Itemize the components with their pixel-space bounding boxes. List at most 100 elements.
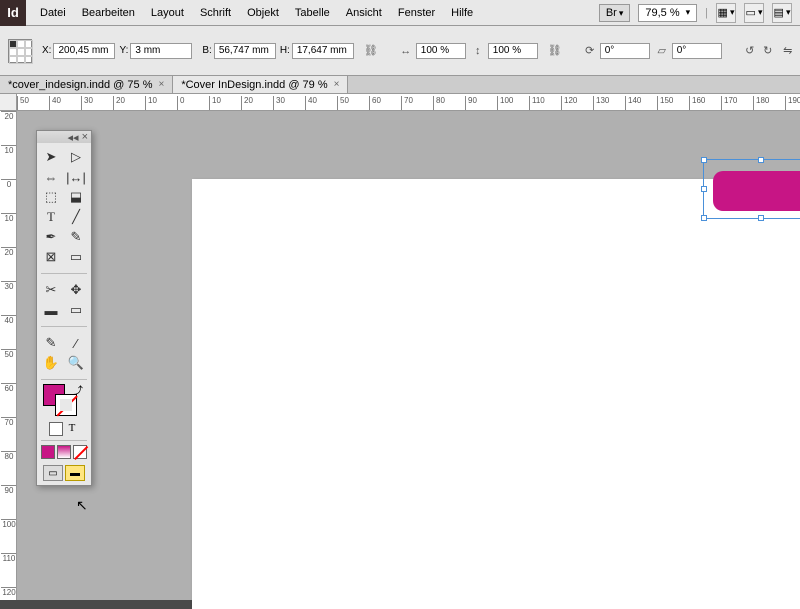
reference-point[interactable]: [8, 39, 32, 63]
ruler-tick: 10: [145, 96, 157, 111]
menu-layout[interactable]: Layout: [145, 3, 190, 23]
ruler-tick: 140: [625, 96, 641, 111]
ruler-tick: 180: [753, 96, 769, 111]
flip-h-icon[interactable]: ⇋: [780, 43, 796, 59]
ruler-tick: 130: [593, 96, 609, 111]
shear-field[interactable]: [672, 43, 722, 59]
divider: [41, 326, 87, 327]
ruler-tick: 100: [497, 96, 513, 111]
scale-x-field[interactable]: [416, 43, 466, 59]
zoom-tool[interactable]: 🔍: [64, 353, 88, 373]
ruler-tick: 40: [49, 96, 61, 111]
note-tool[interactable]: ✎: [39, 333, 63, 353]
ruler-tick: 50: [337, 96, 349, 111]
close-icon[interactable]: ×: [334, 79, 340, 90]
page-tool[interactable]: ⇔: [39, 167, 63, 187]
scissors-tool[interactable]: ✂: [39, 280, 63, 300]
arrange-icon[interactable]: ▤: [772, 3, 792, 23]
handle-nw[interactable]: [701, 157, 707, 163]
document-tabs: *cover_indesign.indd @ 75 % × *Cover InDe…: [0, 76, 800, 94]
link-scale-icon[interactable]: ⛓: [548, 43, 562, 59]
tab-cover-indesign-1[interactable]: *cover_indesign.indd @ 75 % ×: [0, 76, 173, 93]
eyedropper-tool[interactable]: ⁄: [64, 333, 88, 353]
apply-gradient-icon[interactable]: [57, 445, 71, 459]
close-icon[interactable]: ×: [158, 79, 164, 90]
page[interactable]: [192, 179, 800, 609]
h-label: H:: [280, 45, 290, 56]
ruler-tick: 80: [1, 451, 17, 461]
ruler-vertical[interactable]: 20100102030405060708090100110120: [0, 111, 17, 600]
direct-selection-tool[interactable]: ▷: [64, 147, 88, 167]
menu-tabelle[interactable]: Tabelle: [289, 3, 336, 23]
tab-cover-indesign-2[interactable]: *Cover InDesign.indd @ 79 %×: [173, 76, 348, 93]
rotate-cw-icon[interactable]: ↻: [760, 43, 776, 59]
height-field[interactable]: [292, 43, 354, 59]
zoom-level[interactable]: 79,5 %: [638, 4, 697, 22]
formatting-text-icon[interactable]: T: [65, 422, 79, 436]
ruler-tick: 190: [785, 96, 800, 111]
apply-none-icon[interactable]: [73, 445, 87, 459]
normal-view-icon[interactable]: ▭: [43, 465, 63, 481]
ruler-tick: 10: [1, 213, 17, 223]
stroke-color-swatch[interactable]: [55, 394, 77, 416]
rectangle-tool[interactable]: ▭: [64, 247, 88, 267]
apply-color-icon[interactable]: [41, 445, 55, 459]
x-label: X:: [42, 45, 51, 56]
toolbox-header[interactable]: ◂◂×: [37, 131, 91, 143]
menu-hilfe[interactable]: Hilfe: [445, 3, 479, 23]
tab-label: *cover_indesign.indd @ 75 %: [8, 79, 152, 91]
handle-sw[interactable]: [701, 215, 707, 221]
handle-s[interactable]: [758, 215, 764, 221]
menu-objekt[interactable]: Objekt: [241, 3, 285, 23]
y-field[interactable]: [130, 43, 192, 59]
screen-mode-icon[interactable]: ▭: [744, 3, 764, 23]
menu-ansicht[interactable]: Ansicht: [340, 3, 388, 23]
line-tool[interactable]: ╱: [64, 207, 88, 227]
ruler-tick: 40: [305, 96, 317, 111]
ruler-tick: 120: [1, 587, 17, 597]
gradient-feather-tool[interactable]: ▭: [64, 300, 88, 320]
menu-datei[interactable]: Datei: [34, 3, 72, 23]
rotate-field[interactable]: [600, 43, 650, 59]
scale-y-field[interactable]: [488, 43, 538, 59]
control-panel: X: Y: B: H: ⛓ ↔ ↕ ⛓ ⟳ ▱ ↺↻ ⇋⇵ P ◈◇ ◂▸ ≡ …: [0, 26, 800, 76]
selection-tool[interactable]: ➤: [39, 147, 63, 167]
content-placer-tool[interactable]: ⬓: [64, 187, 88, 207]
rectangle-frame-tool[interactable]: ⊠: [39, 247, 63, 267]
menu-items: Datei Bearbeiten Layout Schrift Objekt T…: [26, 3, 487, 23]
free-transform-tool[interactable]: ✥: [64, 280, 88, 300]
default-fill-stroke-icon[interactable]: [49, 422, 63, 436]
gap-tool[interactable]: |↔|: [64, 167, 88, 187]
handle-w[interactable]: [701, 186, 707, 192]
ruler-tick: 70: [401, 96, 413, 111]
link-wh-icon[interactable]: ⛓: [364, 43, 378, 59]
ruler-horizontal[interactable]: 5040302010010203040506070809010011012013…: [17, 94, 800, 111]
handle-n[interactable]: [758, 157, 764, 163]
menu-bearbeiten[interactable]: Bearbeiten: [76, 3, 141, 23]
ruler-tick: 150: [657, 96, 673, 111]
ruler-tick: 110: [529, 96, 545, 111]
swap-fill-stroke-icon[interactable]: ⤴: [73, 382, 83, 397]
canvas[interactable]: [17, 111, 800, 600]
gradient-swatch-tool[interactable]: ▬: [39, 300, 63, 320]
content-collector-tool[interactable]: ⬚: [39, 187, 63, 207]
menu-fenster[interactable]: Fenster: [392, 3, 441, 23]
bridge-button[interactable]: Br: [599, 4, 631, 22]
view-options-icon[interactable]: ▦: [716, 3, 736, 23]
ruler-tick: 20: [1, 247, 17, 257]
collapse-icon[interactable]: ◂◂: [68, 131, 79, 144]
type-tool[interactable]: T: [39, 207, 63, 227]
scale-y-icon: ↕: [470, 43, 486, 59]
preview-mode-icon[interactable]: ▬: [65, 465, 85, 481]
selection-bounds: [703, 159, 800, 219]
hand-tool[interactable]: ✋: [39, 353, 63, 373]
menu-schrift[interactable]: Schrift: [194, 3, 237, 23]
pen-tool[interactable]: ✒: [39, 227, 63, 247]
close-icon[interactable]: ×: [82, 131, 88, 143]
rotate-ccw-icon[interactable]: ↺: [742, 43, 758, 59]
width-field[interactable]: [214, 43, 276, 59]
x-field[interactable]: [53, 43, 115, 59]
pencil-tool[interactable]: ✎: [64, 227, 88, 247]
ruler-origin[interactable]: [0, 94, 17, 111]
fill-stroke-swatches[interactable]: ⤴: [37, 382, 91, 420]
